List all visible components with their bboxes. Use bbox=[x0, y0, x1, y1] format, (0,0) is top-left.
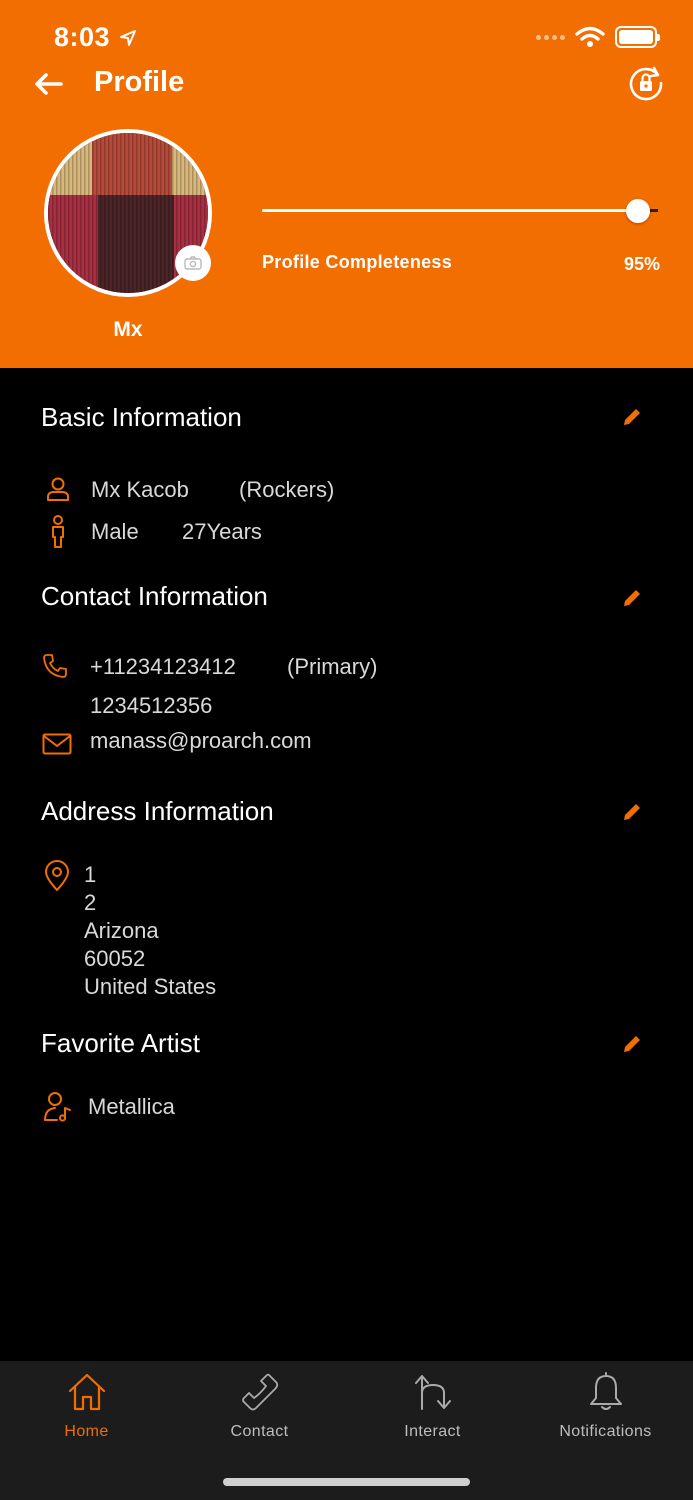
user-group: (Rockers) bbox=[239, 477, 335, 502]
home-icon bbox=[68, 1373, 106, 1411]
status-time: 8:03 bbox=[54, 22, 111, 52]
page-title: Profile bbox=[94, 66, 185, 98]
battery-icon bbox=[615, 26, 660, 48]
location-arrow-icon bbox=[120, 30, 136, 46]
completeness-percent: 95% bbox=[623, 254, 660, 274]
completeness-label: Profile Completeness bbox=[262, 252, 453, 272]
person-icon bbox=[47, 477, 69, 501]
status-indicators bbox=[536, 26, 660, 48]
wifi-icon bbox=[575, 26, 605, 47]
avatar-container bbox=[44, 129, 212, 297]
address-info-title: Address Information bbox=[41, 796, 274, 826]
interact-arrows-icon bbox=[415, 1375, 451, 1410]
gender-person-icon bbox=[52, 515, 64, 548]
basic-info-title: Basic Information bbox=[41, 402, 242, 432]
user-gender: Male bbox=[91, 519, 139, 544]
profile-completeness-slider[interactable] bbox=[262, 198, 658, 224]
tab-home-label: Home bbox=[64, 1423, 109, 1440]
user-short-name: Mx bbox=[113, 318, 143, 341]
camera-icon bbox=[184, 256, 202, 270]
edit-favorite-artist-icon[interactable] bbox=[620, 1032, 644, 1056]
phone-primary: +11234123412 bbox=[90, 654, 236, 679]
address-zip: 60052 bbox=[84, 946, 146, 971]
tab-contact-label: Contact bbox=[230, 1423, 289, 1440]
tab-interact[interactable]: Interact bbox=[346, 1361, 519, 1451]
user-full-name: Mx Kacob bbox=[91, 477, 189, 502]
contact-info-title: Contact Information bbox=[41, 581, 268, 611]
slider-thumb[interactable] bbox=[626, 199, 650, 223]
lock-rotate-icon[interactable] bbox=[627, 64, 665, 102]
mail-icon bbox=[42, 733, 72, 755]
bell-icon bbox=[590, 1372, 622, 1410]
tab-home[interactable]: Home bbox=[0, 1361, 173, 1451]
slider-track-filled bbox=[262, 209, 638, 212]
address-line-1: 1 bbox=[84, 862, 97, 887]
favorite-artist-name: Metallica bbox=[88, 1094, 175, 1119]
phone-secondary: 1234512356 bbox=[90, 693, 213, 718]
back-button[interactable] bbox=[30, 66, 66, 102]
address-state: Arizona bbox=[84, 918, 159, 943]
home-indicator bbox=[223, 1478, 470, 1486]
signal-icon bbox=[536, 34, 565, 40]
arrow-left-icon bbox=[35, 73, 63, 95]
singer-icon bbox=[44, 1092, 71, 1122]
tab-notifications-label: Notifications bbox=[559, 1423, 652, 1440]
profile-header: 8:03 Profile Mx Profile Completeness 95% bbox=[0, 0, 693, 368]
tab-contact[interactable]: Contact bbox=[173, 1361, 346, 1451]
favorite-artist-title: Favorite Artist bbox=[41, 1028, 200, 1058]
email-address: manass@proarch.com bbox=[90, 728, 312, 753]
tab-notifications[interactable]: Notifications bbox=[519, 1361, 692, 1451]
tab-interact-label: Interact bbox=[404, 1423, 461, 1440]
edit-address-info-icon[interactable] bbox=[620, 800, 644, 824]
phone-icon bbox=[43, 654, 67, 678]
edit-basic-info-icon[interactable] bbox=[620, 405, 644, 429]
address-country: United States bbox=[84, 974, 217, 999]
location-pin-icon bbox=[45, 860, 69, 891]
edit-contact-info-icon[interactable] bbox=[620, 586, 644, 610]
phone-primary-tag: (Primary) bbox=[287, 654, 378, 679]
address-line-2: 2 bbox=[84, 890, 97, 915]
phone-icon bbox=[242, 1373, 279, 1411]
change-photo-button[interactable] bbox=[175, 245, 211, 281]
user-age: 27Years bbox=[182, 519, 262, 544]
